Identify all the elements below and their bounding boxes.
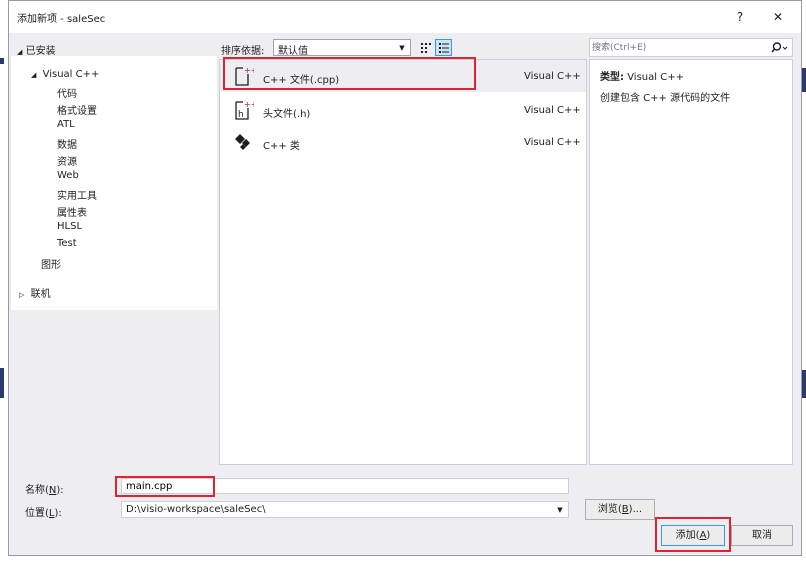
tree-item-resources[interactable]: 资源	[57, 153, 77, 168]
list-view-icon	[438, 42, 449, 53]
search-icon[interactable]	[770, 41, 788, 55]
type-value: Visual C++	[627, 72, 684, 83]
expand-arrow-icon: ▷	[19, 291, 25, 299]
template-list: ++ C++ 文件(.cpp) Visual C++ h ++ 头文件(.h) …	[219, 59, 587, 465]
tree-item-data[interactable]: 数据	[57, 136, 77, 151]
search-input[interactable]	[592, 40, 762, 55]
dropdown-arrow-icon: ▼	[399, 44, 405, 52]
template-type: Visual C++	[524, 105, 581, 116]
list-view-button[interactable]	[435, 39, 452, 56]
search-box[interactable]	[589, 38, 793, 57]
template-name: C++ 文件(.cpp)	[263, 75, 340, 86]
sort-by-value: 默认值	[278, 46, 308, 57]
close-button[interactable]: ✕	[765, 6, 791, 28]
name-input[interactable]	[121, 478, 569, 494]
dropdown-arrow-icon: ▼	[557, 506, 563, 514]
tree-item-label: Visual C++	[42, 69, 100, 80]
location-dropdown[interactable]: D:\visio-workspace\saleSec\ ▼	[121, 501, 569, 518]
template-row-header-file[interactable]: h ++ 头文件(.h) Visual C++	[220, 94, 586, 126]
expand-triangle-icon: ◢	[31, 71, 37, 79]
sort-by-dropdown[interactable]: 默认值 ▼	[273, 39, 411, 57]
tree-item-formatting[interactable]: 格式设置	[57, 102, 97, 117]
location-value: D:\visio-workspace\saleSec\	[126, 504, 266, 515]
template-type: Visual C++	[524, 71, 581, 82]
category-tree	[11, 56, 217, 310]
collapse-triangle-icon: ◢	[17, 48, 23, 56]
tree-item-test[interactable]: Test	[57, 238, 77, 249]
svg-text:++: ++	[244, 100, 254, 109]
template-row-cpp-file[interactable]: ++ C++ 文件(.cpp) Visual C++	[220, 60, 586, 92]
add-new-item-dialog: 添加新项 - saleSec ? ✕ ◢ 已安装 ◢ Visual C++ 代码…	[8, 0, 802, 556]
template-type: Visual C++	[524, 137, 581, 148]
header-file-icon: h ++	[235, 100, 254, 120]
grid-view-icon	[420, 42, 431, 53]
tree-item-atl[interactable]: ATL	[57, 119, 75, 130]
tree-item-utilities[interactable]: 实用工具	[57, 187, 97, 202]
title-bar: 添加新项 - saleSec ? ✕	[9, 1, 801, 33]
tree-item-hlsl[interactable]: HLSL	[57, 221, 82, 232]
tree-item-visual-cpp[interactable]: ◢ Visual C++	[31, 69, 99, 80]
category-pane: ◢ 已安装 ◢ Visual C++ 代码 格式设置 ATL 数据 资源 Web…	[11, 34, 217, 465]
cancel-button[interactable]: 取消	[731, 525, 793, 546]
type-label: 类型:	[600, 72, 624, 83]
template-name: C++ 类	[263, 141, 300, 152]
background-edge-mark	[802, 370, 806, 398]
tree-item-graphics[interactable]: 图形	[41, 256, 61, 271]
background-edge-mark	[0, 58, 4, 64]
background-edge-mark	[802, 68, 806, 92]
online-label: 联机	[30, 289, 51, 300]
template-type-info: 类型: Visual C++	[600, 68, 684, 83]
template-info-pane: 类型: Visual C++ 创建包含 C++ 源代码的文件	[589, 59, 793, 465]
template-name: 头文件(.h)	[263, 109, 311, 120]
sort-by-label: 排序依据:	[221, 46, 265, 57]
tree-item-property-sheets[interactable]: 属性表	[57, 204, 87, 219]
browse-button[interactable]: 浏览(B)...	[585, 499, 655, 520]
template-description: 创建包含 C++ 源代码的文件	[600, 93, 731, 104]
help-button[interactable]: ?	[727, 6, 753, 28]
tree-item-online[interactable]: ▷ 联机	[19, 285, 51, 300]
window-title: 添加新项 - saleSec	[17, 14, 106, 25]
installed-header[interactable]: ◢ 已安装	[17, 42, 56, 57]
tree-item-web[interactable]: Web	[57, 170, 79, 181]
location-label: 位置(L):	[25, 508, 62, 519]
background-edge-mark	[0, 368, 4, 398]
svg-text:++: ++	[244, 66, 254, 75]
small-icons-view-button[interactable]	[417, 39, 434, 56]
template-row-cpp-class[interactable]: C++ 类 Visual C++	[220, 126, 586, 158]
name-label: 名称(N):	[25, 485, 64, 496]
cpp-class-icon	[235, 134, 250, 150]
add-button[interactable]: 添加(A)	[661, 525, 725, 546]
svg-text:h: h	[238, 110, 244, 120]
tree-item-code[interactable]: 代码	[57, 85, 77, 100]
cpp-file-icon: ++	[235, 66, 254, 86]
